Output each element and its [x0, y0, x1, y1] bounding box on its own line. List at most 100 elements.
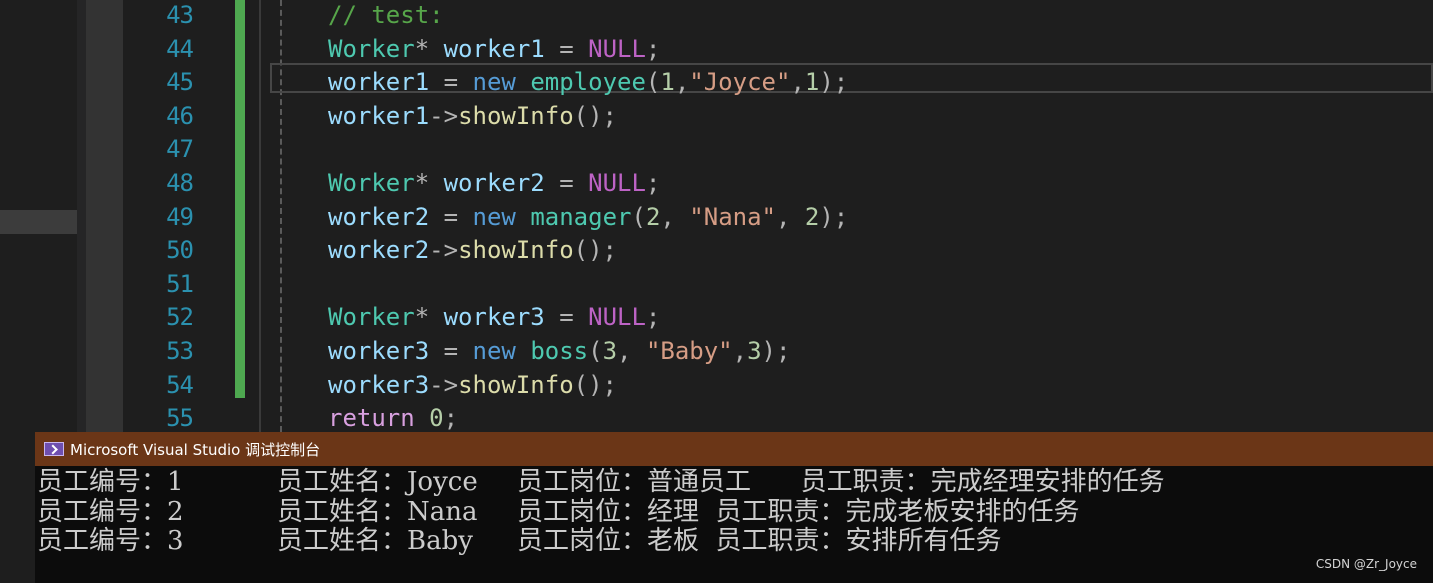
code-token: ;: [645, 34, 661, 63]
code-token: worker2: [328, 236, 430, 265]
code-token: ();: [573, 236, 618, 265]
line-number: 50: [166, 236, 194, 265]
code-token: Worker: [328, 168, 415, 197]
code-line[interactable]: worker1->showInfo();: [328, 101, 848, 135]
code-token: );: [761, 336, 791, 365]
code-token: 1: [660, 68, 675, 97]
code-line[interactable]: [328, 134, 848, 168]
code-token: *: [414, 34, 444, 63]
code-token: new: [472, 68, 516, 97]
line-number: 53: [166, 336, 194, 365]
code-token: showInfo: [458, 236, 574, 265]
console-field-name: 员工姓名：Nana: [277, 496, 486, 527]
code-token: ,: [732, 336, 748, 365]
code-line[interactable]: Worker* worker2 = NULL;: [328, 168, 848, 202]
watermark: CSDN @Zr_Joyce: [1315, 557, 1417, 571]
code-token: worker2: [328, 202, 430, 231]
console-line: 员工编号：3 员工姓名：Baby 员工岗位：老板 员工职责：安排所有任务: [37, 526, 1165, 557]
code-token: worker1: [328, 101, 430, 130]
code-line[interactable]: worker3->showInfo();: [328, 370, 848, 404]
left-panel-selected-row[interactable]: [0, 210, 77, 234]
indicator-margin[interactable]: [86, 0, 123, 432]
code-line[interactable]: [328, 269, 848, 303]
console-title-bar[interactable]: Microsoft Visual Studio 调试控制台: [35, 432, 1433, 466]
code-token: 2: [804, 202, 820, 231]
code-line[interactable]: worker1 = new employee(1,"Joyce",1);: [328, 67, 848, 101]
code-line[interactable]: worker2 = new manager(2, "Nana", 2);: [328, 202, 848, 236]
code-line[interactable]: // test:: [328, 0, 848, 34]
line-number: 46: [166, 101, 194, 130]
line-number: 49: [166, 202, 194, 231]
code-token: showInfo: [458, 370, 574, 399]
gutter-border: [259, 0, 261, 432]
console-output[interactable]: 员工编号：1 员工姓名：Joyce 员工岗位：普通员工 员工职责：完成经理安排的任务…: [37, 467, 1165, 557]
console-field-rest: 员工岗位：老板 员工职责：安排所有任务: [517, 526, 1002, 556]
console-field-name: 员工姓名：Joyce: [277, 467, 478, 497]
code-token: ();: [573, 370, 618, 399]
console-line: 员工编号：1 员工姓名：Joyce 员工岗位：普通员工 员工职责：完成经理安排的任务: [37, 467, 1165, 498]
code-token: NULL: [588, 168, 646, 197]
line-number: 51: [166, 269, 194, 298]
code-token: worker3: [328, 336, 430, 365]
code-token: ,: [617, 336, 646, 365]
code-token: );: [819, 68, 849, 97]
console-app-icon: [44, 442, 64, 456]
code-token: 3: [602, 336, 618, 365]
line-number: 48: [166, 168, 194, 197]
code-token: );: [819, 202, 849, 231]
line-number: 55: [166, 404, 194, 432]
code-token: *: [414, 168, 444, 197]
code-token: worker1: [443, 34, 545, 63]
code-token: ,: [674, 68, 690, 97]
code-token: 3: [747, 336, 762, 365]
code-token: worker3: [443, 303, 545, 332]
line-number: 47: [166, 135, 194, 164]
code-line[interactable]: worker3 = new boss(3, "Baby",3);: [328, 336, 848, 370]
line-numbers: 43 44 45 46 47 48 49 50 51 52 53 54 55: [123, 0, 194, 432]
line-number: 54: [166, 370, 194, 399]
code-token: (: [631, 202, 646, 231]
line-number: 45: [166, 68, 194, 97]
code-token: 0: [429, 404, 444, 432]
line-number: 52: [166, 303, 194, 332]
code-editor[interactable]: 43 44 45 46 47 48 49 50 51 52 53 54 55 // test: Worke…: [0, 0, 1433, 432]
code-token: ->: [429, 370, 459, 399]
code-token: =: [544, 168, 589, 197]
code-token: "Nana": [689, 202, 776, 231]
code-token: (: [588, 336, 603, 365]
console-title: Microsoft Visual Studio 调试控制台: [70, 440, 321, 459]
line-number: 44: [166, 34, 194, 63]
panel-splitter[interactable]: [77, 0, 86, 432]
code-line[interactable]: Worker* worker1 = NULL;: [328, 34, 848, 68]
code-token: Worker: [328, 303, 415, 332]
code-token: =: [544, 34, 589, 63]
code-token: return: [328, 404, 415, 432]
code-token: 2: [645, 202, 661, 231]
code-token: new: [472, 336, 516, 365]
code-line[interactable]: worker2->showInfo();: [328, 235, 848, 269]
code-token: ->: [429, 101, 459, 130]
code-token: ;: [645, 168, 661, 197]
code-token: Worker: [328, 34, 415, 63]
code-token: ,: [790, 68, 805, 97]
debug-console-window[interactable]: Microsoft Visual Studio 调试控制台 员工编号：1 员工姓名…: [35, 432, 1433, 583]
code-token: employee: [530, 68, 646, 97]
code-line[interactable]: return 0;: [328, 403, 848, 432]
console-field-name: 员工姓名：Baby: [277, 526, 482, 556]
code-token: ;: [443, 404, 459, 432]
code-line[interactable]: Worker* worker3 = NULL;: [328, 302, 848, 336]
code-token: 1: [804, 68, 820, 97]
code-text[interactable]: // test: Worker* worker1 = NULL; worker1 =…: [328, 0, 848, 432]
code-token: ();: [573, 101, 618, 130]
console-field-rest: 员工岗位：普通员工 员工职责：完成经理安排的任务: [517, 467, 1165, 497]
code-token: "Joyce": [689, 68, 791, 97]
code-token: =: [429, 68, 473, 97]
code-token: new: [472, 202, 516, 231]
code-token: ->: [429, 236, 459, 265]
console-field-id: 员工编号：3: [37, 526, 184, 556]
change-tracking-bar: [235, 0, 245, 398]
